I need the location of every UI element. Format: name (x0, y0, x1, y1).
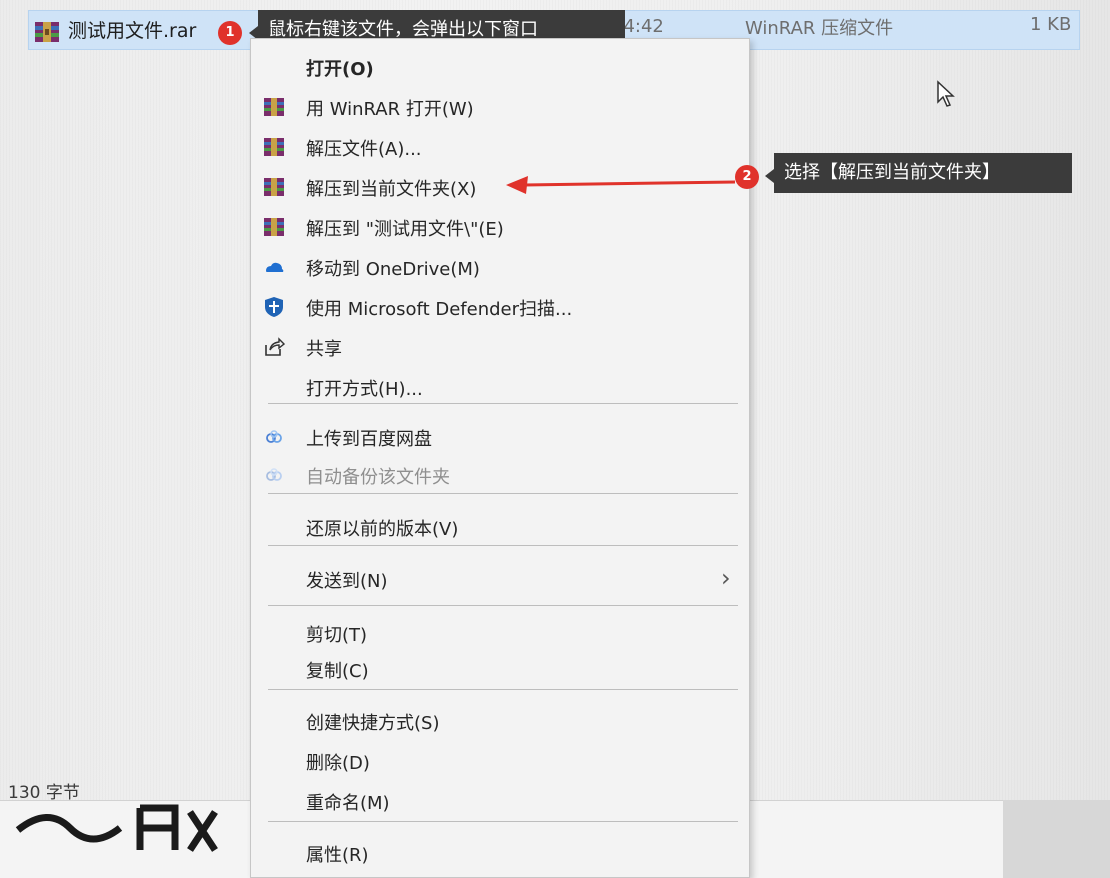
defender-shield-icon (265, 297, 283, 317)
menu-item-defender-scan[interactable]: 使用 Microsoft Defender扫描... (251, 289, 749, 325)
winrar-icon (264, 178, 284, 196)
menu-item-share[interactable]: 共享 (251, 329, 749, 365)
menu-separator (268, 689, 738, 690)
menu-item-delete[interactable]: 删除(D) (251, 743, 749, 779)
mouse-cursor-icon (937, 80, 955, 107)
menu-separator (268, 821, 738, 822)
menu-item-upload-baidu[interactable]: 上传到百度网盘 (251, 419, 749, 455)
menu-item-rename[interactable]: 重命名(M) (251, 783, 749, 819)
menu-separator (268, 493, 738, 494)
file-type: WinRAR 压缩文件 (745, 18, 894, 39)
menu-item-label: 还原以前的版本(V) (306, 519, 459, 540)
menu-item-properties[interactable]: 属性(R) (251, 835, 749, 871)
winrar-icon (264, 98, 284, 116)
menu-item-label: 解压到当前文件夹(X) (306, 179, 477, 200)
file-name[interactable]: 测试用文件.rar (68, 16, 196, 43)
menu-item-label: 发送到(N) (306, 571, 388, 592)
winrar-archive-icon (35, 22, 59, 42)
menu-item-label: 重命名(M) (306, 793, 390, 814)
status-file-size: 130 字节 (8, 783, 80, 803)
chevron-right-icon: › (721, 564, 731, 592)
menu-item-create-shortcut[interactable]: 创建快捷方式(S) (251, 703, 749, 739)
menu-item-label: 移动到 OneDrive(M) (306, 259, 480, 280)
menu-item-label: 用 WinRAR 打开(W) (306, 99, 474, 120)
menu-item-label: 打开方式(H)... (306, 379, 423, 400)
menu-item-label: 解压到 "测试用文件\"(E) (306, 219, 504, 240)
menu-item-open-with[interactable]: 打开方式(H)... (251, 369, 749, 405)
menu-item-label: 解压文件(A)... (306, 139, 422, 160)
menu-item-auto-backup: 自动备份该文件夹 (251, 457, 749, 493)
menu-item-label: 属性(R) (306, 845, 369, 866)
file-size: 1 KB (1030, 14, 1072, 35)
menu-item-label: 打开(O) (306, 59, 374, 80)
menu-item-label: 自动备份该文件夹 (306, 467, 450, 488)
menu-item-open-with-winrar[interactable]: 用 WinRAR 打开(W) (251, 89, 749, 125)
menu-separator (268, 545, 738, 546)
baidu-netdisk-icon (266, 468, 282, 481)
menu-separator (268, 605, 738, 606)
share-icon (265, 337, 285, 356)
menu-item-cut[interactable]: 剪切(T) (251, 615, 749, 651)
menu-item-extract-files[interactable]: 解压文件(A)... (251, 129, 749, 165)
step-2-badge: 2 (735, 165, 759, 189)
baidu-netdisk-icon (266, 430, 282, 443)
menu-item-label: 创建快捷方式(S) (306, 713, 440, 734)
callout-2-pointer (765, 169, 774, 183)
winrar-icon (264, 138, 284, 156)
menu-item-send-to[interactable]: 发送到(N) › (251, 561, 749, 597)
menu-item-open[interactable]: 打开(O) (251, 49, 749, 85)
menu-item-label: 复制(C) (306, 661, 369, 682)
menu-item-label: 删除(D) (306, 753, 370, 774)
menu-separator (268, 403, 738, 404)
menu-item-label: 剪切(T) (306, 625, 368, 646)
menu-item-label: 上传到百度网盘 (306, 429, 432, 450)
callout-2: 选择【解压到当前文件夹】 (774, 153, 1072, 193)
menu-item-extract-to-folder[interactable]: 解压到 "测试用文件\"(E) (251, 209, 749, 245)
menu-item-copy[interactable]: 复制(C) (251, 651, 749, 687)
winrar-icon (264, 218, 284, 236)
menu-item-label: 共享 (306, 339, 342, 360)
red-arrow-icon (506, 176, 736, 194)
onedrive-cloud-icon (266, 262, 284, 272)
context-menu: 打开(O) 用 WinRAR 打开(W) 解压文件(A)... 解压到当前文件夹… (250, 38, 750, 878)
menu-item-move-to-onedrive[interactable]: 移动到 OneDrive(M) (251, 249, 749, 285)
step-1-badge: 1 (218, 21, 242, 45)
menu-item-restore-previous[interactable]: 还原以前的版本(V) (251, 509, 749, 545)
menu-item-label: 使用 Microsoft Defender扫描... (306, 299, 573, 320)
